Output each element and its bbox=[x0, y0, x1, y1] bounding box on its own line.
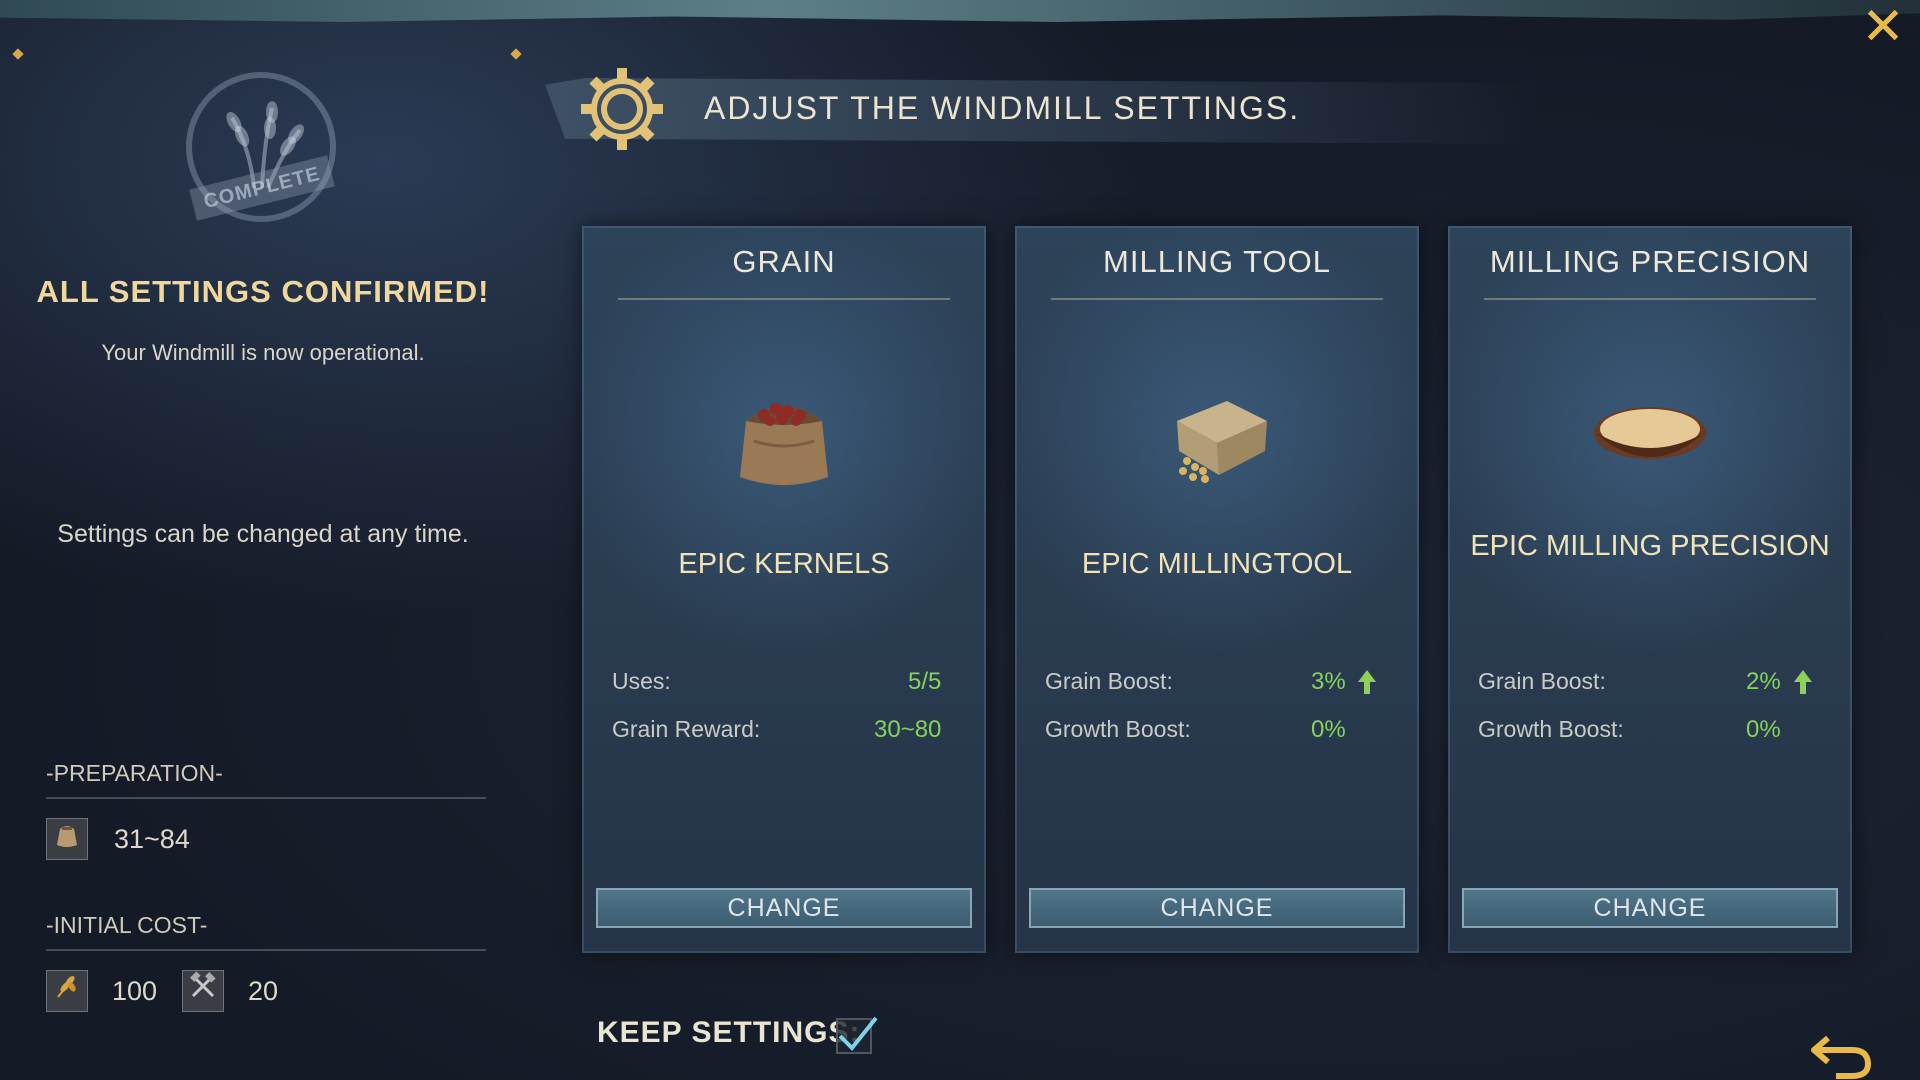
stat-value: 0% bbox=[1746, 716, 1781, 743]
stat-value: 30~80 bbox=[874, 716, 942, 743]
grain-sack-icon bbox=[740, 403, 828, 485]
initial-cost-heading: -INITIAL COST- bbox=[46, 912, 486, 951]
card-item-name: EPIC KERNELS bbox=[678, 548, 890, 580]
card-item-name: EPIC MILLINGTOOL bbox=[1081, 548, 1353, 580]
gear-icon bbox=[581, 68, 663, 150]
status-subtitle: Your Windmill is now operational. bbox=[101, 340, 425, 365]
boost-up-arrow-stem bbox=[1364, 682, 1370, 694]
wheat-cost-value: 100 bbox=[112, 976, 158, 1006]
change-milling-precision-button[interactable]: CHANGE bbox=[1462, 888, 1838, 928]
milling-precision-card: MILLING PRECISION EPIC MILLING PRECISION… bbox=[1448, 226, 1852, 953]
card-title: GRAIN bbox=[618, 244, 950, 300]
stat-value: 3% bbox=[1311, 668, 1346, 695]
preparation-heading: -PREPARATION- bbox=[46, 760, 486, 799]
checkmark-icon bbox=[838, 1016, 878, 1051]
card-title: MILLING PRECISION bbox=[1484, 244, 1816, 300]
back-arrow-icon[interactable] bbox=[1806, 1024, 1876, 1080]
stat-label: Growth Boost: bbox=[1478, 716, 1624, 742]
status-note: Settings can be changed at any time. bbox=[57, 520, 469, 548]
milling-tool-card: MILLING TOOL EPIC MILLINGTOOL Grain Boos… bbox=[1015, 226, 1419, 953]
change-milling-tool-button[interactable]: CHANGE bbox=[1029, 888, 1405, 928]
stat-value: 5/5 bbox=[908, 668, 942, 695]
card-title: MILLING TOOL bbox=[1051, 244, 1383, 300]
page-title: ADJUST THE WINDMILL SETTINGS. bbox=[704, 90, 1301, 126]
tools-icon bbox=[182, 970, 224, 1012]
sack-icon bbox=[46, 818, 88, 860]
card-item-name: EPIC MILLING PRECISION bbox=[1470, 530, 1830, 562]
stat-label: Growth Boost: bbox=[1045, 716, 1191, 742]
tools-cost-value: 20 bbox=[248, 976, 279, 1006]
stat-value: 2% bbox=[1746, 668, 1781, 695]
top-decor-band bbox=[0, 0, 1920, 22]
boost-up-arrow-stem bbox=[1800, 682, 1806, 694]
keep-settings-label: KEEP SETTINGS: bbox=[597, 1016, 861, 1049]
change-grain-button[interactable]: CHANGE bbox=[596, 888, 972, 928]
boost-up-arrow-icon bbox=[1794, 670, 1812, 682]
flour-bowl-icon bbox=[1594, 407, 1706, 459]
wheat-icon bbox=[46, 970, 88, 1012]
grain-card: GRAIN EPIC KERNELS Uses: 5/5 Grain Rewar… bbox=[582, 226, 986, 953]
corner-ornament bbox=[12, 48, 24, 60]
stat-label: Grain Boost: bbox=[1478, 668, 1606, 694]
corner-ornament bbox=[510, 48, 522, 60]
keep-settings-checkbox[interactable] bbox=[836, 1016, 878, 1054]
preparation-value: 31~84 bbox=[114, 824, 190, 854]
stat-value: 0% bbox=[1311, 716, 1346, 743]
stat-label: Grain Reward: bbox=[612, 716, 761, 742]
stat-label: Grain Boost: bbox=[1045, 668, 1173, 694]
millstone-icon bbox=[1177, 401, 1267, 483]
close-icon[interactable]: ✕ bbox=[1858, 1, 1908, 53]
status-title: ALL SETTINGS CONFIRMED! bbox=[36, 274, 490, 309]
stat-label: Uses: bbox=[612, 668, 671, 694]
boost-up-arrow-icon bbox=[1358, 670, 1376, 682]
